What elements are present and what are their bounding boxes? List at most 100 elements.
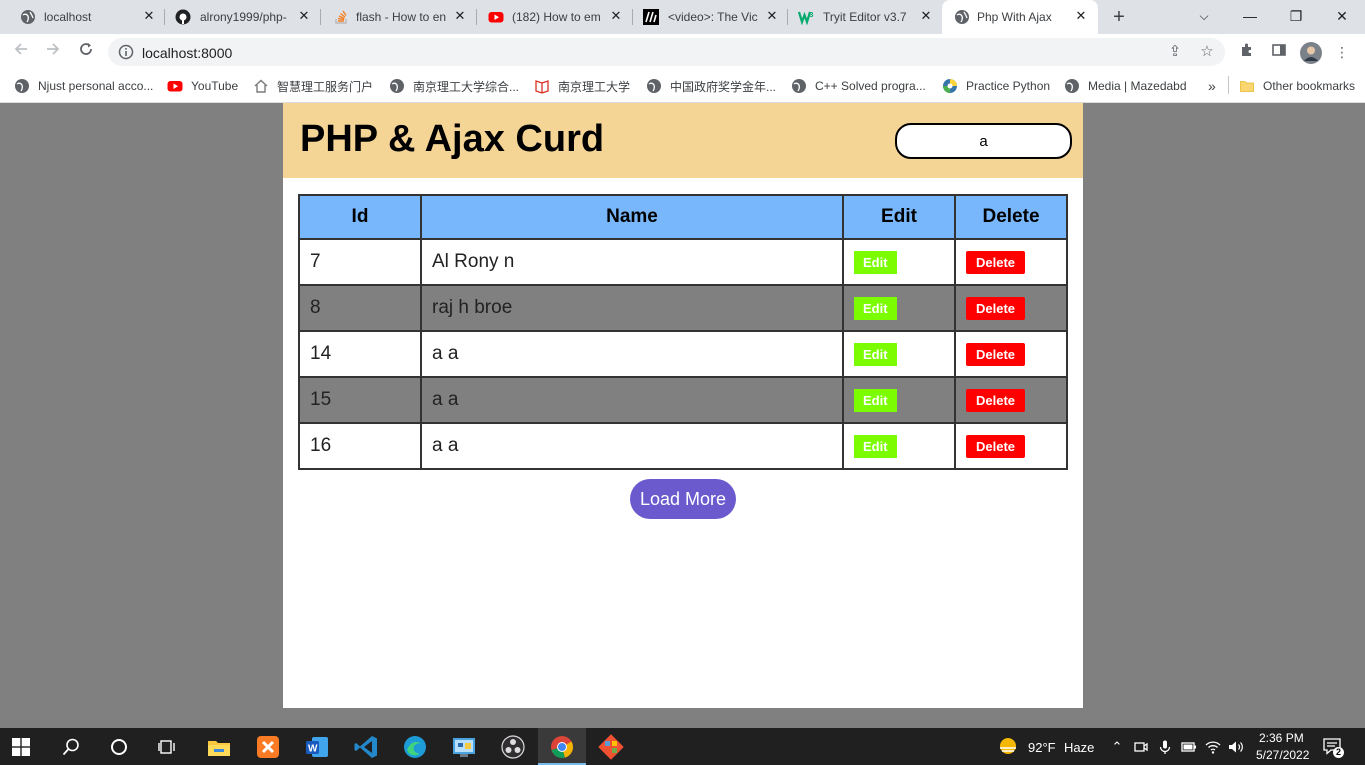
page-header: PHP & Ajax Curd <box>283 103 1083 178</box>
vscode-icon[interactable] <box>353 734 379 760</box>
task-view-icon[interactable] <box>158 738 176 756</box>
home-icon <box>254 79 268 93</box>
chrome-icon[interactable] <box>549 734 575 760</box>
edge-icon[interactable] <box>402 734 428 760</box>
bookmark-label: 南京理工大学 <box>558 79 631 94</box>
bookmark-njust-university[interactable]: 南京理工大学 <box>534 77 630 95</box>
edit-button[interactable]: Edit <box>854 388 897 412</box>
table-row: 15 a a Edit Delete <box>298 376 1068 424</box>
tab-title: <video>: The Vic <box>668 10 758 24</box>
weather-haze-icon[interactable] <box>997 737 1019 757</box>
word-icon[interactable]: W <box>304 734 330 760</box>
more-bookmarks-button[interactable]: » <box>1208 77 1216 95</box>
python-icon <box>943 79 957 93</box>
forward-button[interactable] <box>42 41 64 63</box>
delete-button[interactable]: Delete <box>966 250 1026 274</box>
edit-button[interactable]: Edit <box>854 296 897 320</box>
restore-button[interactable]: ❐ <box>1273 0 1319 34</box>
meet-now-icon[interactable] <box>1133 739 1149 755</box>
search-icon[interactable] <box>62 738 80 756</box>
globe-icon <box>390 79 404 93</box>
microphone-icon[interactable] <box>1157 739 1173 755</box>
file-explorer-icon[interactable] <box>206 734 232 760</box>
weather-desc[interactable]: Haze <box>1064 740 1094 755</box>
delete-button[interactable]: Delete <box>966 388 1026 412</box>
browser-toolbar: localhost:8000 ⇪ ☆ ⋮ <box>0 34 1365 70</box>
delete-button[interactable]: Delete <box>966 342 1026 366</box>
edit-button[interactable]: Edit <box>854 342 897 366</box>
bookmark-other[interactable]: Other bookmarks <box>1239 77 1355 95</box>
info-icon[interactable] <box>118 44 134 60</box>
minimize-button[interactable]: — <box>1227 0 1273 34</box>
table-header-row: Id Name Edit Delete <box>298 194 1068 240</box>
load-more-button[interactable]: Load More <box>630 479 736 519</box>
tab-github[interactable]: alrony1999/php- ✕ <box>165 0 321 34</box>
edit-button[interactable]: Edit <box>854 250 897 274</box>
bookmark-scholarship[interactable]: 中国政府奖学金年... <box>646 77 776 95</box>
search-box[interactable] <box>895 123 1072 159</box>
address-bar[interactable]: localhost:8000 ⇪ ☆ <box>108 38 1225 66</box>
page-container: PHP & Ajax Curd Id Name Edit Delete 7 Al… <box>283 103 1083 708</box>
xampp-icon[interactable] <box>255 734 281 760</box>
bookmark-practice-python[interactable]: Practice Python <box>942 77 1050 95</box>
close-tab-icon[interactable]: ✕ <box>918 8 934 24</box>
bookmark-star-icon[interactable]: ☆ <box>1198 43 1216 61</box>
tab-php-with-ajax[interactable]: Php With Ajax ✕ <box>942 0 1098 34</box>
share-icon[interactable]: ⇪ <box>1166 43 1184 61</box>
chevron-double-right-icon: » <box>1208 78 1216 94</box>
search-input[interactable] <box>897 125 1070 157</box>
tab-mdn[interactable]: <video>: The Vic ✕ <box>633 0 788 34</box>
bookmark-youtube[interactable]: YouTube <box>167 77 238 95</box>
cell-name: a a <box>420 330 844 378</box>
bookmark-label: 中国政府奖学金年... <box>670 79 777 94</box>
obs-icon[interactable] <box>500 734 526 760</box>
bookmark-portal[interactable]: 智慧理工服务门户 <box>253 77 373 95</box>
close-tab-icon[interactable]: ✕ <box>1073 8 1089 24</box>
url-text[interactable]: localhost:8000 <box>142 45 232 61</box>
tab-stackoverflow[interactable]: flash - How to en ✕ <box>321 0 477 34</box>
youtube-icon <box>488 12 504 23</box>
new-tab-button[interactable]: + <box>1109 6 1129 28</box>
close-window-button[interactable]: ✕ <box>1319 0 1365 34</box>
edit-button[interactable]: Edit <box>854 434 897 458</box>
cell-id: 15 <box>298 376 422 424</box>
tab-w3schools[interactable]: 3 Tryit Editor v3.7 ✕ <box>788 0 942 34</box>
close-tab-icon[interactable]: ✕ <box>141 8 157 24</box>
close-tab-icon[interactable]: ✕ <box>764 8 780 24</box>
close-tab-icon[interactable]: ✕ <box>452 8 468 24</box>
menu-icon[interactable]: ⋮ <box>1332 42 1352 62</box>
windows-start-icon[interactable] <box>12 738 30 756</box>
tab-search-button[interactable]: ⌵ <box>1181 0 1227 34</box>
tab-localhost[interactable]: localhost ✕ <box>0 0 165 34</box>
extensions-icon[interactable] <box>1237 42 1257 62</box>
profile-avatar[interactable] <box>1300 42 1322 64</box>
table-row: 7 Al Rony n Edit Delete <box>298 238 1068 286</box>
column-header-delete: Delete <box>954 194 1068 240</box>
back-button[interactable] <box>10 41 32 63</box>
delete-button[interactable]: Delete <box>966 296 1026 320</box>
cortana-icon[interactable] <box>110 738 128 756</box>
bookmark-cpp[interactable]: C++ Solved progra... <box>791 77 926 95</box>
clock-time[interactable]: 2:36 PM <box>1259 731 1304 745</box>
bookmark-label: 南京理工大学综合... <box>413 79 520 94</box>
tab-title: Tryit Editor v3.7 <box>823 10 907 24</box>
volume-icon[interactable] <box>1228 739 1244 755</box>
close-tab-icon[interactable]: ✕ <box>296 8 312 24</box>
weather-temp[interactable]: 92°F <box>1028 740 1056 755</box>
close-tab-icon[interactable]: ✕ <box>608 8 624 24</box>
chevron-up-icon[interactable]: ⌃ <box>1109 739 1125 755</box>
arrow-right-icon <box>47 43 60 55</box>
tab-youtube[interactable]: (182) How to em ✕ <box>477 0 633 34</box>
reload-button[interactable] <box>75 41 97 63</box>
control-panel-icon[interactable] <box>451 734 477 760</box>
delete-button[interactable]: Delete <box>966 434 1026 458</box>
bookmark-njust[interactable]: Njust personal acco... <box>14 77 153 95</box>
battery-icon[interactable] <box>1181 739 1197 755</box>
side-panel-icon[interactable] <box>1269 42 1289 62</box>
bookmark-media[interactable]: Media | Mazedabd <box>1064 77 1187 95</box>
bookmark-label: Other bookmarks <box>1263 79 1356 93</box>
bookmark-njust-portal[interactable]: 南京理工大学综合... <box>389 77 519 95</box>
git-icon[interactable] <box>598 734 624 760</box>
clock-date[interactable]: 5/27/2022 <box>1256 748 1309 762</box>
wifi-icon[interactable] <box>1205 739 1221 755</box>
